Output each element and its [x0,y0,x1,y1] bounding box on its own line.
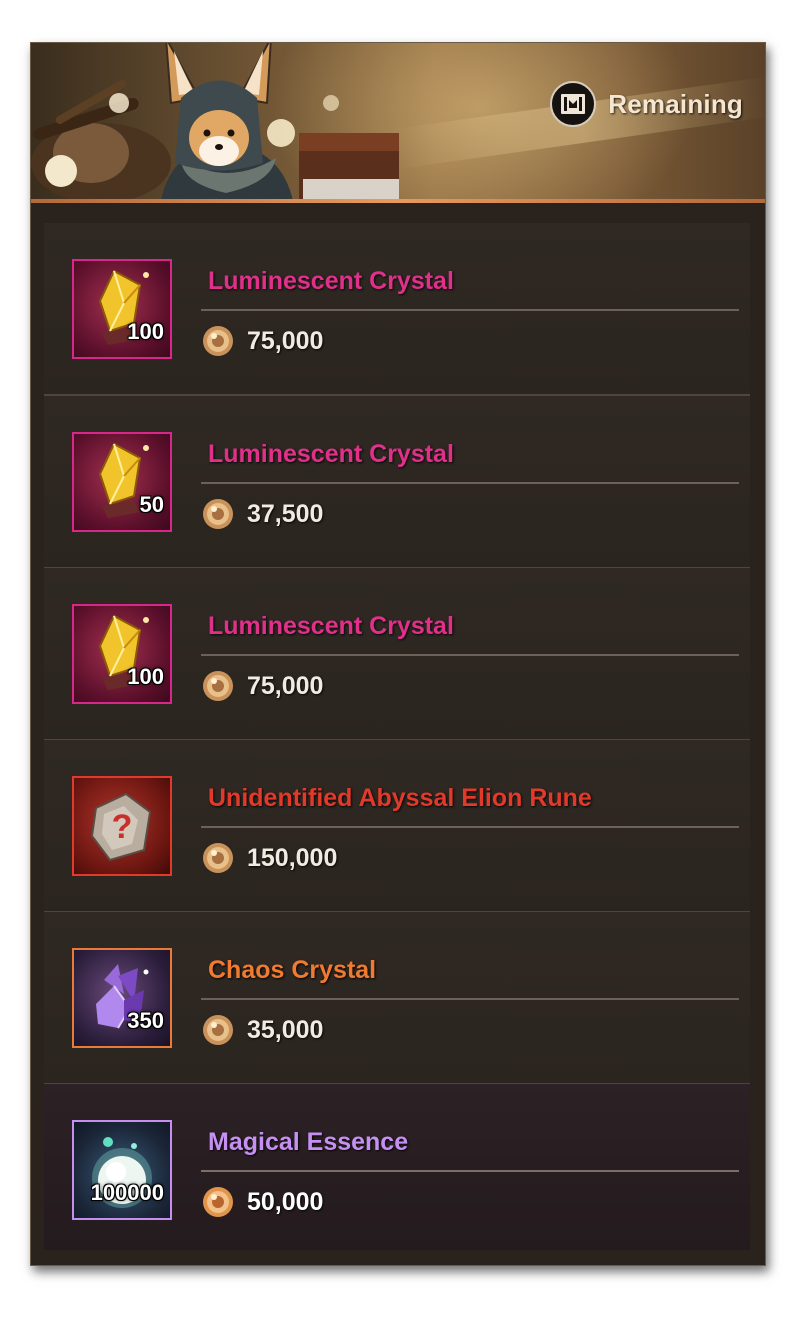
item-quantity: 100000 [90,1180,164,1205]
luminescent-crystal-icon: 100 [72,259,172,359]
item-quantity: 350 [127,1008,164,1033]
item-name: Luminescent Crystal [208,440,454,468]
item-divider [201,1170,739,1172]
list-item[interactable]: 100 Luminescent Crystal 75,000 [44,223,750,396]
coin-icon [203,843,233,873]
item-quantity: 100 [127,664,164,689]
item-quantity: 100 [127,319,164,344]
list-item[interactable]: 100 Luminescent Crystal 75,000 [44,568,750,741]
item-divider [201,826,739,828]
item-divider [201,482,739,484]
chaos-crystal-icon: 350 [72,948,172,1048]
item-price-amount: 50,000 [247,1187,324,1216]
item-name: Luminescent Crystal [208,612,454,640]
item-list: 100 Luminescent Crystal 75,000 50 Lumine… [44,223,750,1250]
shop-panel: Remaining 100 Luminescent Crystal 75,000… [30,42,766,1266]
list-item[interactable]: 50 Luminescent Crystal 37,500 [44,396,750,569]
item-divider [201,654,739,656]
shop-gate-icon [550,81,597,127]
list-item[interactable]: ? Unidentified Abyssal Elion Rune 150,00… [44,740,750,913]
luminescent-crystal-icon: 100 [72,604,172,704]
item-divider [201,309,739,311]
item-price-amount: 150,000 [247,843,338,872]
item-price: 35,000 [201,1010,323,1050]
banner-divider [31,199,765,203]
coin-icon [203,1187,233,1217]
svg-text:?: ? [112,808,133,846]
coin-icon [203,671,233,701]
item-price: 37,500 [201,494,323,534]
coin-icon [203,1015,233,1045]
shop-banner: Remaining [31,43,765,201]
luminescent-crystal-icon: 50 [72,432,172,532]
item-name: Chaos Crystal [208,956,377,984]
item-price: 150,000 [201,838,337,878]
magical-essence-icon: 100000 [72,1120,172,1220]
remaining-indicator[interactable]: Remaining [550,81,743,127]
item-name: Magical Essence [208,1128,409,1156]
list-item[interactable]: 350 Chaos Crystal 35,000 [44,912,750,1085]
item-price: 75,000 [201,666,323,706]
item-price-amount: 37,500 [247,499,324,528]
item-price-amount: 35,000 [247,1015,324,1044]
item-name: Luminescent Crystal [208,267,454,295]
item-price: 75,000 [201,321,323,361]
list-item[interactable]: 100000 Magical Essence 50,000 [44,1084,750,1250]
item-quantity: 50 [139,492,164,517]
coin-icon [203,326,233,356]
abyssal-rune-icon: ? [72,776,172,876]
item-price-amount: 75,000 [247,326,324,355]
item-name: Unidentified Abyssal Elion Rune [208,784,592,812]
coin-icon [203,499,233,529]
item-price: 50,000 [201,1182,323,1222]
item-divider [201,998,739,1000]
item-price-amount: 75,000 [247,671,324,700]
remaining-label: Remaining [608,88,743,119]
